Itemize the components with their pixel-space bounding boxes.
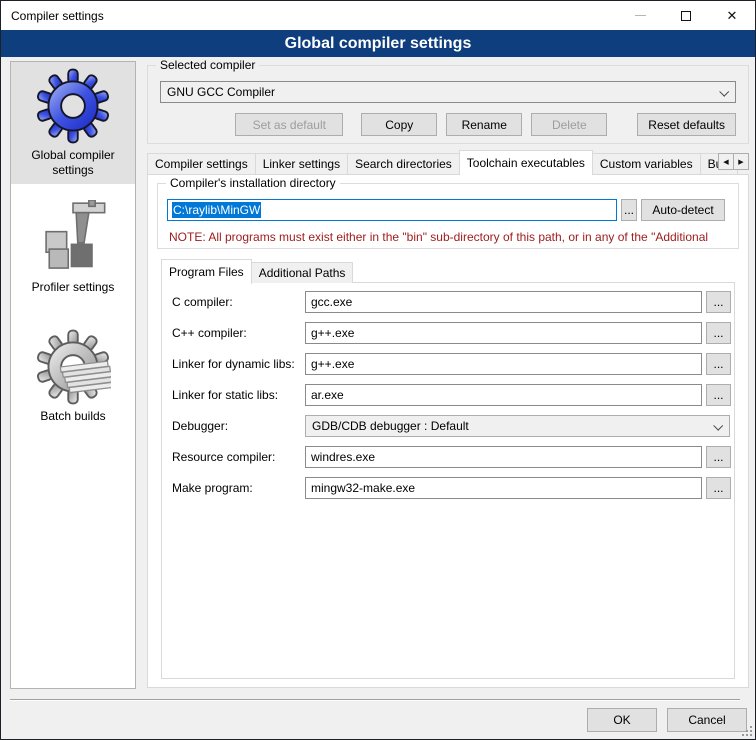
titlebar: Compiler settings ✕ (1, 1, 755, 30)
static-linker-input[interactable] (305, 384, 702, 406)
maximize-button[interactable] (663, 1, 709, 30)
make-program-row: Make program: ... (162, 477, 734, 499)
settings-category-list: Global compiler settings Profiler settin… (10, 61, 136, 689)
make-program-input[interactable] (305, 477, 702, 499)
dynamic-linker-row: Linker for dynamic libs: ... (162, 353, 734, 375)
program-files-subpage: C compiler: ... C++ compiler: ... Linker… (161, 282, 735, 679)
static-linker-row: Linker for static libs: ... (162, 384, 734, 406)
static-linker-label: Linker for static libs: (172, 388, 278, 402)
close-button[interactable]: ✕ (709, 1, 755, 30)
compiler-select-value: GNU GCC Compiler (167, 85, 275, 99)
sidebar-item-batch-builds[interactable]: Batch builds (11, 323, 135, 430)
tab-custom-variables[interactable]: Custom variables (592, 153, 701, 174)
rename-button[interactable]: Rename (446, 113, 522, 136)
gray-gear-stack-icon (35, 329, 111, 405)
dynamic-linker-browse-button[interactable]: ... (706, 353, 731, 375)
sidebar-item-label: Global compiler settings (15, 148, 131, 178)
sidebar-item-profiler-settings[interactable]: Profiler settings (11, 194, 135, 301)
selected-compiler-group: Selected compiler GNU GCC Compiler Set a… (147, 65, 749, 144)
cpp-compiler-input[interactable] (305, 322, 702, 344)
cpp-compiler-browse-button[interactable]: ... (706, 322, 731, 344)
set-as-default-button[interactable]: Set as default (235, 113, 343, 136)
compiler-select[interactable]: GNU GCC Compiler (160, 81, 736, 103)
maximize-icon (681, 11, 691, 21)
selected-compiler-group-label: Selected compiler (156, 58, 259, 73)
make-program-browse-button[interactable]: ... (706, 477, 731, 499)
subtab-program-files[interactable]: Program Files (161, 259, 252, 284)
arrow-right-icon: ▶ (738, 158, 743, 166)
programs-subtabstrip: Program Files Additional Paths (161, 259, 352, 283)
c-compiler-input[interactable] (305, 291, 702, 313)
compiler-settings-dialog: Compiler settings ✕ Global compiler sett… (0, 0, 756, 740)
tab-linker-settings[interactable]: Linker settings (255, 153, 348, 174)
tab-toolchain-executables[interactable]: Toolchain executables (459, 150, 593, 175)
caliper-icon (35, 200, 111, 276)
sidebar-item-global-compiler-settings[interactable]: Global compiler settings (11, 62, 135, 184)
installation-directory-input[interactable]: C:\raylib\MinGW (167, 199, 617, 221)
sidebar-item-label: Batch builds (40, 409, 105, 424)
bin-subdirectory-note: NOTE: All programs must exist either in … (169, 230, 708, 244)
installation-directory-group: Compiler's installation directory C:\ray… (157, 183, 739, 249)
minimize-button[interactable] (617, 1, 663, 30)
sidebar-item-label: Profiler settings (32, 280, 115, 295)
chevron-down-icon (713, 421, 723, 431)
dynamic-linker-input[interactable] (305, 353, 702, 375)
browse-directory-button[interactable]: ... (621, 199, 637, 221)
resize-grip-icon[interactable] (742, 726, 752, 736)
debugger-select-value: GDB/CDB debugger : Default (312, 419, 469, 433)
page-title: Global compiler settings (1, 30, 755, 57)
resource-compiler-label: Resource compiler: (172, 450, 275, 464)
static-linker-browse-button[interactable]: ... (706, 384, 731, 406)
c-compiler-label: C compiler: (172, 295, 233, 309)
auto-detect-button[interactable]: Auto-detect (641, 199, 725, 221)
cpp-compiler-label: C++ compiler: (172, 326, 247, 340)
debugger-row: Debugger: GDB/CDB debugger : Default (162, 415, 734, 437)
resource-compiler-browse-button[interactable]: ... (706, 446, 731, 468)
footer-divider (10, 699, 740, 701)
installation-directory-selected-text: C:\raylib\MinGW (172, 202, 261, 218)
delete-button[interactable]: Delete (531, 113, 607, 136)
tab-scroll-right-button[interactable]: ▶ (733, 153, 749, 170)
dynamic-linker-label: Linker for dynamic libs: (172, 357, 295, 371)
make-program-label: Make program: (172, 481, 253, 495)
cpp-compiler-row: C++ compiler: ... (162, 322, 734, 344)
copy-button[interactable]: Copy (361, 113, 437, 136)
close-icon: ✕ (727, 9, 738, 22)
cancel-button[interactable]: Cancel (667, 708, 747, 732)
resource-compiler-row: Resource compiler: ... (162, 446, 734, 468)
c-compiler-browse-button[interactable]: ... (706, 291, 731, 313)
blue-gear-icon (35, 68, 111, 144)
arrow-left-icon: ◀ (723, 158, 728, 166)
ok-button[interactable]: OK (587, 708, 657, 732)
c-compiler-row: C compiler: ... (162, 291, 734, 313)
chevron-down-icon (719, 87, 729, 97)
debugger-label: Debugger: (172, 419, 228, 433)
window-title: Compiler settings (1, 9, 104, 23)
toolchain-executables-page: Compiler's installation directory C:\ray… (147, 174, 749, 688)
tab-search-directories[interactable]: Search directories (347, 153, 460, 174)
tab-scroll-left-button[interactable]: ◀ (718, 153, 734, 170)
debugger-select[interactable]: GDB/CDB debugger : Default (305, 415, 730, 437)
reset-defaults-button[interactable]: Reset defaults (637, 113, 736, 136)
installation-directory-group-label: Compiler's installation directory (166, 176, 340, 191)
minimize-icon (635, 15, 646, 16)
settings-tabstrip: Compiler settings Linker settings Search… (147, 150, 749, 174)
subtab-additional-paths[interactable]: Additional Paths (251, 262, 354, 283)
tab-compiler-settings[interactable]: Compiler settings (147, 153, 256, 174)
resource-compiler-input[interactable] (305, 446, 702, 468)
